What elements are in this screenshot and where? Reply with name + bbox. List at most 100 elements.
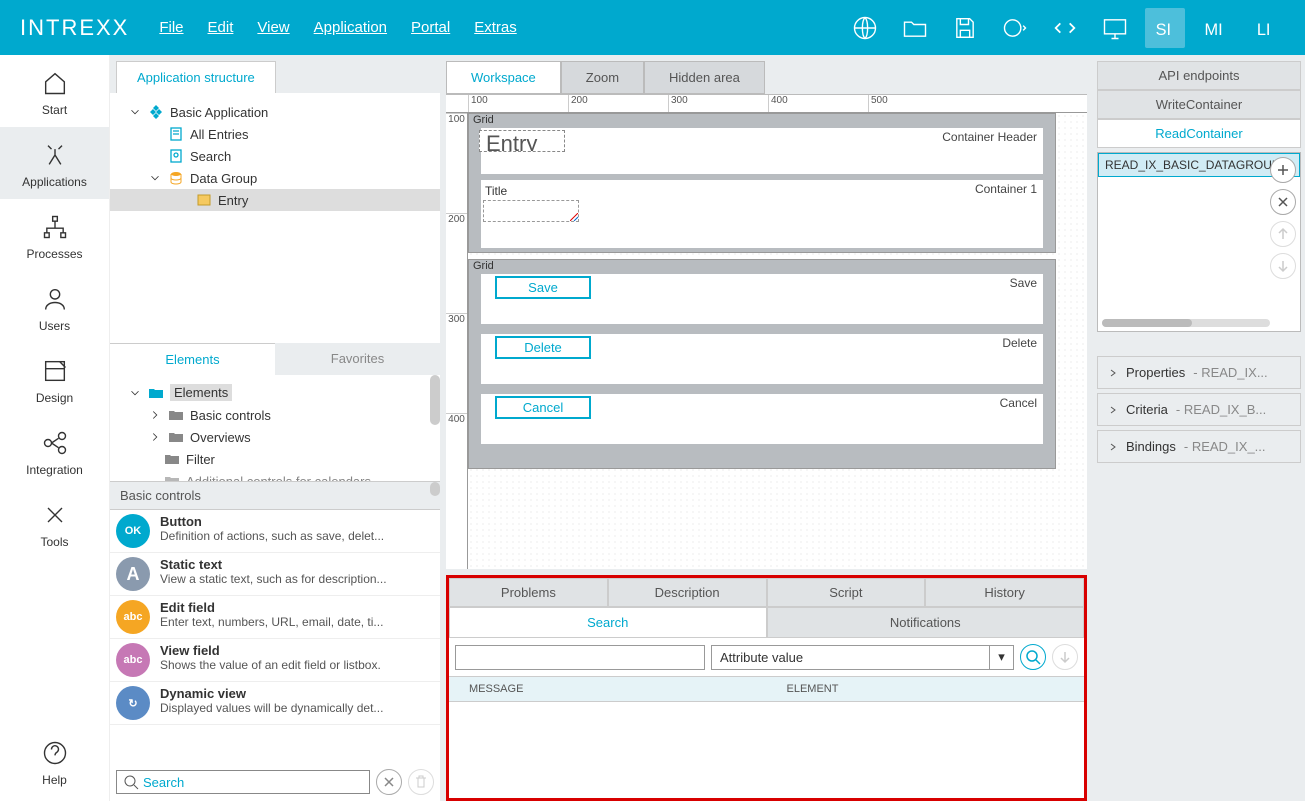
menu-extras[interactable]: Extras	[474, 19, 517, 36]
nav-help[interactable]: Help	[0, 725, 109, 797]
accordion-criteria[interactable]: Criteria - READ_IX_B...	[1097, 393, 1301, 426]
tree-label: Elements	[170, 384, 232, 401]
tab-history[interactable]: History	[925, 578, 1084, 607]
bottom-search-button[interactable]	[1020, 644, 1046, 670]
tree-entry[interactable]: Entry	[110, 189, 440, 211]
element-dynamic-view[interactable]: ↻ Dynamic viewDisplayed values will be d…	[110, 682, 440, 725]
tab-api-endpoints[interactable]: API endpoints	[1097, 61, 1301, 90]
si-icon[interactable]: SI	[1145, 8, 1185, 48]
container-header-row[interactable]: Container Header	[481, 128, 1043, 174]
folder-icon	[164, 451, 180, 467]
delete-row[interactable]: Delete Delete	[481, 334, 1043, 384]
code-icon[interactable]	[1045, 8, 1085, 48]
menu-file[interactable]: File	[159, 19, 183, 36]
tab-hidden[interactable]: Hidden area	[644, 61, 765, 94]
move-up-button[interactable]	[1270, 221, 1296, 247]
save-icon[interactable]	[945, 8, 985, 48]
nav-users[interactable]: Users	[0, 271, 109, 343]
canvas-surface[interactable]: Grid Container Header Entry Title Contai…	[468, 113, 1087, 569]
grid-container-2[interactable]: Grid Save Save Delete Delete Cancel Canc…	[468, 259, 1056, 469]
li-icon[interactable]: LI	[1245, 8, 1285, 48]
tab-write-container[interactable]: WriteContainer	[1097, 90, 1301, 119]
scrollbar[interactable]	[1102, 319, 1270, 327]
globe-dropdown-icon[interactable]	[995, 8, 1035, 48]
elements-search-box[interactable]	[116, 770, 370, 794]
save-button[interactable]: Save	[495, 276, 591, 299]
container-1-row[interactable]: Title Container 1	[481, 180, 1043, 248]
element-edit-field[interactable]: abc Edit fieldEnter text, numbers, URL, …	[110, 596, 440, 639]
bottom-search-input[interactable]	[455, 645, 705, 670]
element-button[interactable]: OK ButtonDefinition of actions, such as …	[110, 510, 440, 553]
nav-tools[interactable]: Tools	[0, 487, 109, 559]
top-bar: INTREXX File Edit View Application Porta…	[0, 0, 1305, 55]
tab-search[interactable]: Search	[449, 607, 767, 638]
folder-icon[interactable]	[895, 8, 935, 48]
workspace[interactable]: 100200300400500 100200300400 Grid Contai…	[446, 94, 1087, 569]
tab-app-structure[interactable]: Application structure	[116, 61, 276, 93]
entry-heading[interactable]: Entry	[479, 130, 565, 152]
accordion-properties[interactable]: Properties - READ_IX...	[1097, 356, 1301, 389]
element-title: Dynamic view	[160, 686, 434, 701]
scrollbar[interactable]	[430, 375, 440, 425]
scrollbar[interactable]	[430, 482, 440, 496]
nav-processes[interactable]: Processes	[0, 199, 109, 271]
clear-search-button[interactable]	[376, 769, 402, 795]
arrow-down-icon	[1275, 258, 1291, 274]
save-row[interactable]: Save Save	[481, 274, 1043, 324]
accordion-bindings[interactable]: Bindings - READ_IX_...	[1097, 430, 1301, 463]
menu-edit[interactable]: Edit	[208, 19, 234, 36]
tab-notifications[interactable]: Notifications	[767, 607, 1085, 638]
menu-portal[interactable]: Portal	[411, 19, 450, 36]
chevron-right-icon	[148, 430, 162, 444]
nav-start[interactable]: Start	[0, 55, 109, 127]
resize-handle-icon[interactable]	[570, 213, 578, 221]
remove-button[interactable]	[1270, 189, 1296, 215]
tab-workspace[interactable]: Workspace	[446, 61, 561, 94]
tab-problems[interactable]: Problems	[449, 578, 608, 607]
elements-root[interactable]: Elements	[110, 381, 440, 404]
globe-icon[interactable]	[845, 8, 885, 48]
tab-zoom[interactable]: Zoom	[561, 61, 644, 94]
mi-icon[interactable]: MI	[1195, 8, 1235, 48]
badge-icon: A	[116, 557, 150, 591]
elements-search-input[interactable]	[143, 775, 363, 790]
tree-basic-application[interactable]: Basic Application	[110, 101, 440, 123]
monitor-icon[interactable]	[1095, 8, 1135, 48]
element-desc: View a static text, such as for descript…	[160, 572, 434, 586]
element-static-text[interactable]: A Static textView a static text, such as…	[110, 553, 440, 596]
col-element: ELEMENT	[767, 677, 1085, 701]
nav-design[interactable]: Design	[0, 343, 109, 415]
tree-data-group[interactable]: Data Group	[110, 167, 440, 189]
cancel-button[interactable]: Cancel	[495, 396, 591, 419]
menu-application[interactable]: Application	[314, 19, 387, 36]
trash-button[interactable]	[408, 769, 434, 795]
nav-integration[interactable]: Integration	[0, 415, 109, 487]
title-field[interactable]	[483, 200, 579, 222]
tab-description[interactable]: Description	[608, 578, 767, 607]
delete-button[interactable]: Delete	[495, 336, 591, 359]
grid-container-1[interactable]: Grid Container Header Entry Title Contai…	[468, 113, 1056, 253]
tab-elements[interactable]: Elements	[110, 343, 275, 375]
attribute-select[interactable]: Attribute value ▾	[711, 645, 1014, 670]
add-button[interactable]	[1270, 157, 1296, 183]
cat-additional-calendars[interactable]: Additional controls for calendars	[110, 470, 440, 481]
tree-label: All Entries	[190, 127, 249, 142]
tree-search[interactable]: Search	[110, 145, 440, 167]
cat-filter[interactable]: Filter	[110, 448, 440, 470]
nav-applications[interactable]: Applications	[0, 127, 109, 199]
menu-view[interactable]: View	[257, 19, 289, 36]
cancel-row[interactable]: Cancel Cancel	[481, 394, 1043, 444]
tab-read-container[interactable]: ReadContainer	[1097, 119, 1301, 148]
cat-basic-controls[interactable]: Basic controls	[110, 404, 440, 426]
app-logo: INTREXX	[20, 15, 129, 41]
select-value: Attribute value	[712, 646, 989, 669]
tree-label: Basic controls	[190, 408, 271, 423]
tab-favorites[interactable]: Favorites	[275, 343, 440, 375]
bottom-down-button[interactable]	[1052, 644, 1078, 670]
move-down-button[interactable]	[1270, 253, 1296, 279]
element-view-field[interactable]: abc View fieldShows the value of an edit…	[110, 639, 440, 682]
elements-list: OK ButtonDefinition of actions, such as …	[110, 510, 440, 763]
cat-overviews[interactable]: Overviews	[110, 426, 440, 448]
tree-all-entries[interactable]: All Entries	[110, 123, 440, 145]
tab-script[interactable]: Script	[767, 578, 926, 607]
